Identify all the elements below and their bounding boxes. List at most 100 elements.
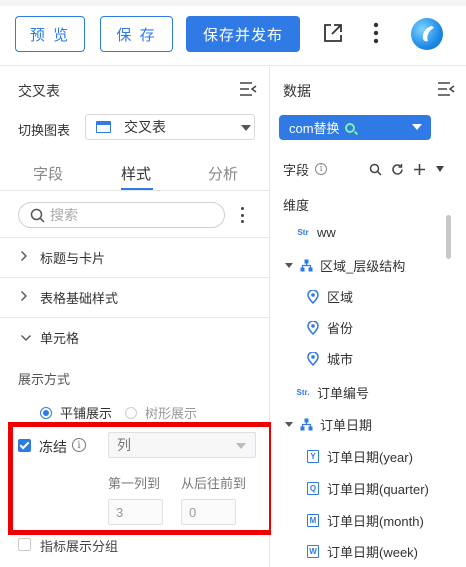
style-search-input[interactable]: 搜索 xyxy=(18,202,225,228)
external-link-icon[interactable] xyxy=(320,20,346,46)
save-button[interactable]: 保 存 xyxy=(100,16,173,52)
date-year-icon: Y xyxy=(307,450,319,463)
chart-type-value: 交叉表 xyxy=(124,119,166,135)
metric-group-checkbox[interactable] xyxy=(18,538,31,551)
app-logo xyxy=(411,18,443,50)
collapse-panel-icon[interactable] xyxy=(239,81,257,97)
first-col-input[interactable]: 3 xyxy=(108,499,163,525)
radio-label: 平铺展示 xyxy=(60,406,113,421)
field-label: 省份 xyxy=(327,321,354,336)
freeze-mode-select[interactable]: 列 xyxy=(108,432,256,458)
string-type-icon: Str. xyxy=(296,388,310,397)
date-quarter-icon: Q xyxy=(307,482,319,495)
field-item-order-date-year[interactable]: Y 订单日期(year) xyxy=(305,447,413,466)
tab-fields[interactable]: 字段 xyxy=(33,163,63,184)
chevron-down-icon xyxy=(412,124,422,130)
radio-tile-display[interactable]: 平铺展示 xyxy=(40,403,112,422)
caret-down-icon[interactable] xyxy=(436,166,445,172)
caret-down-icon xyxy=(285,422,293,427)
table-icon xyxy=(96,121,111,133)
top-strip xyxy=(0,0,466,6)
field-label: 区域 xyxy=(327,290,354,305)
field-item-ww[interactable]: Str ww xyxy=(295,224,336,240)
data-panel: 数据 com替换 字段 i 维度 Str ww 区域_层级结构 区域 省份 城市… xyxy=(271,67,466,567)
search-placeholder: 搜索 xyxy=(50,207,78,223)
geo-location-icon xyxy=(305,289,321,305)
panel-title: 交叉表 xyxy=(18,83,60,99)
section-label: 标题与卡片 xyxy=(40,251,106,266)
search-icon[interactable] xyxy=(369,163,382,176)
hierarchy-icon xyxy=(298,258,314,274)
string-type-icon: Str xyxy=(297,227,309,237)
display-mode-label: 展示方式 xyxy=(18,372,71,387)
chevron-down-icon xyxy=(241,125,251,131)
chevron-right-icon xyxy=(20,290,34,305)
search-icon xyxy=(344,122,355,133)
field-label: 订单日期 xyxy=(320,418,373,433)
collapse-data-panel-icon[interactable] xyxy=(437,81,455,97)
section-title-card[interactable]: 标题与卡片 xyxy=(0,237,270,277)
preview-button[interactable]: 预 览 xyxy=(15,16,85,52)
field-item-order-id[interactable]: Str. 订单编号 xyxy=(295,383,369,402)
search-icon xyxy=(30,208,45,223)
field-item-region[interactable]: 区域 xyxy=(305,287,353,306)
radio-label: 树形展示 xyxy=(145,406,198,421)
date-month-icon: M xyxy=(307,514,319,527)
geo-location-icon xyxy=(305,320,321,336)
from-back-label: 从后往前到 xyxy=(181,476,247,491)
field-item-order-date-month[interactable]: M 订单日期(month) xyxy=(305,511,424,530)
tab-style[interactable]: 样式 xyxy=(121,163,151,184)
freeze-mode-value: 列 xyxy=(117,437,131,453)
more-options-icon[interactable] xyxy=(240,207,244,223)
field-item-city[interactable]: 城市 xyxy=(305,349,353,368)
field-label: 订单日期(year) xyxy=(327,450,413,465)
dataset-select[interactable]: com替换 xyxy=(279,115,431,140)
radio-checked-icon xyxy=(40,406,52,419)
field-toolbar: 字段 i xyxy=(283,158,461,180)
field-label: 订单日期(month) xyxy=(327,514,424,529)
field-label: 区域_层级结构 xyxy=(320,259,406,274)
field-item-order-date-week[interactable]: W 订单日期(week) xyxy=(305,542,418,561)
field-item-order-date-quarter[interactable]: Q 订单日期(quarter) xyxy=(305,479,429,498)
chart-config-panel: 交叉表 切换图表 交叉表 字段 样式 分析 搜索 标题与卡片 表格基础样式 单元… xyxy=(0,67,274,567)
dataset-value: com替换 xyxy=(289,121,340,136)
active-tab-indicator xyxy=(121,188,153,190)
section-cell[interactable]: 单元格 xyxy=(0,317,270,357)
field-label: 订单日期(week) xyxy=(327,545,419,560)
field-item-order-date[interactable]: 订单日期 xyxy=(285,415,372,434)
tab-analysis[interactable]: 分析 xyxy=(208,163,238,184)
chevron-right-icon xyxy=(20,250,34,265)
field-item-region-hierarchy[interactable]: 区域_层级结构 xyxy=(285,256,405,275)
chevron-down-icon xyxy=(236,443,246,449)
data-panel-title: 数据 xyxy=(283,83,311,99)
dimension-heading: 维度 xyxy=(283,198,310,213)
from-back-input[interactable]: 0 xyxy=(181,499,236,525)
info-icon[interactable]: i xyxy=(315,163,328,175)
chevron-down-icon xyxy=(20,331,34,345)
field-label: 订单编号 xyxy=(317,386,370,401)
date-week-icon: W xyxy=(307,545,319,558)
add-icon[interactable] xyxy=(413,163,426,176)
freeze-checkbox[interactable] xyxy=(18,439,31,452)
geo-location-icon xyxy=(305,351,321,367)
more-vertical-icon[interactable] xyxy=(363,20,389,46)
field-label: 订单日期(quarter) xyxy=(327,482,429,497)
hierarchy-icon xyxy=(298,417,314,433)
field-item-province[interactable]: 省份 xyxy=(305,318,353,337)
scrollbar[interactable] xyxy=(446,215,451,259)
info-icon[interactable]: i xyxy=(72,438,86,452)
field-label: 城市 xyxy=(327,352,354,367)
switch-chart-label: 切换图表 xyxy=(18,123,71,138)
chart-type-select[interactable]: 交叉表 xyxy=(85,114,255,140)
refresh-icon[interactable] xyxy=(391,163,404,176)
save-publish-button[interactable]: 保存并发布 xyxy=(186,16,300,52)
section-table-basic-style[interactable]: 表格基础样式 xyxy=(0,277,270,317)
field-label: ww xyxy=(317,224,336,240)
top-toolbar: 预 览 保 存 保存并发布 xyxy=(0,0,466,66)
metric-group-label: 指标展示分组 xyxy=(40,539,119,554)
section-label: 表格基础样式 xyxy=(40,291,119,306)
radio-unchecked-icon xyxy=(125,406,137,419)
radio-tree-display[interactable]: 树形展示 xyxy=(125,403,197,422)
freeze-label: 冻结 xyxy=(39,439,67,455)
config-tabs: 字段 样式 分析 xyxy=(0,155,270,191)
